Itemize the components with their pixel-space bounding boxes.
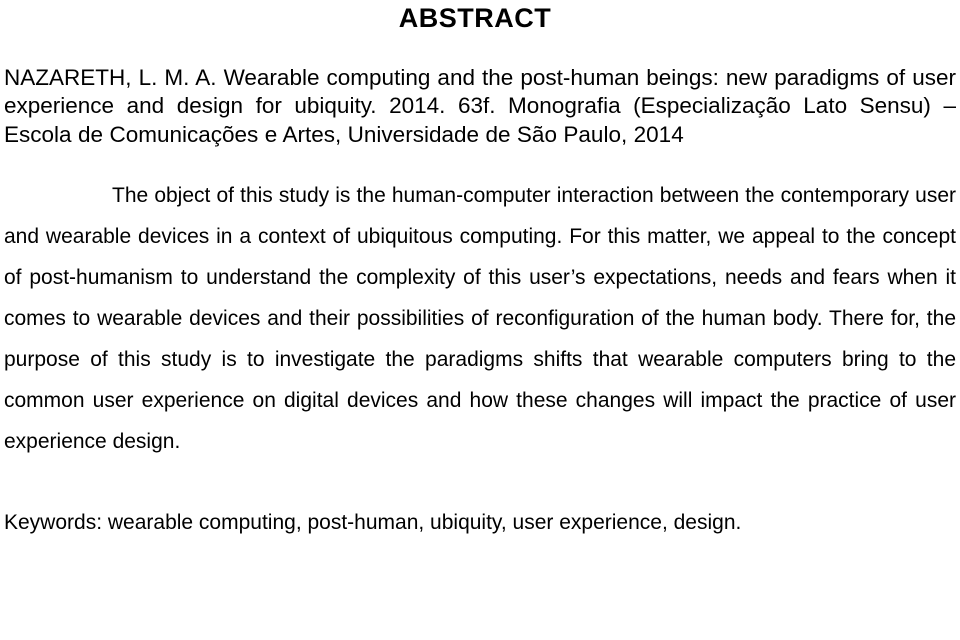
- keywords-line: Keywords: wearable computing, post-human…: [4, 511, 742, 535]
- abstract-body-paragraph: The object of this study is the human-co…: [4, 184, 956, 454]
- bibliographic-citation: NAZARETH, L. M. A. Wearable computing an…: [4, 64, 956, 147]
- page-title: ABSTRACT: [398, 3, 552, 33]
- abstract-page: ABSTRACT NAZARETH, L. M. A. Wearable com…: [0, 3, 960, 640]
